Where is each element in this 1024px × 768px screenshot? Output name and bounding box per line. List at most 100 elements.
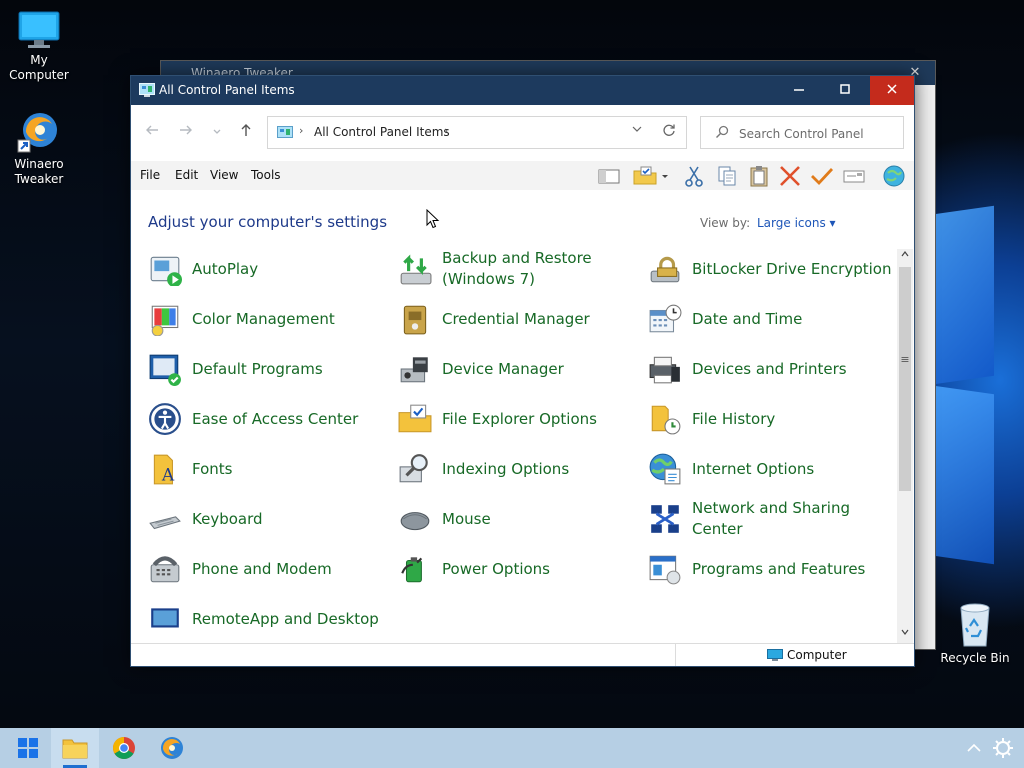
paste-icon (750, 166, 768, 187)
control-panel-item[interactable]: BitLocker Drive Encryption (648, 248, 891, 292)
view-by-dropdown[interactable]: Large icons ▾ (757, 216, 836, 230)
control-panel-item[interactable]: Devices and Printers (648, 348, 888, 392)
desktop-icon-label: My Computer (9, 53, 69, 82)
control-panel-item-label: Devices and Printers (692, 360, 847, 378)
rename-icon (843, 170, 865, 183)
control-panel-item-label: File History (692, 410, 776, 428)
control-panel-item[interactable]: Internet Options (648, 448, 888, 492)
arrow-up-icon (241, 124, 251, 136)
windows-logo-icon (18, 738, 38, 758)
control-panel-item[interactable]: RemoteApp and Desktop (148, 598, 388, 642)
scroll-up-button[interactable] (897, 249, 913, 265)
search-input[interactable] (737, 122, 901, 145)
navigation-bar: › All Control Panel Items › (131, 105, 914, 161)
web-button[interactable] (882, 164, 906, 188)
caret-up-icon (901, 251, 909, 257)
desktop-icon-my-computer[interactable]: My Computer (1, 10, 77, 83)
breadcrumb-separator[interactable]: › (444, 124, 448, 137)
control-panel-item[interactable]: Ease of Access Center (148, 398, 388, 442)
control-panel-item-label: Date and Time (692, 310, 803, 328)
device-manager-icon (400, 357, 428, 383)
phone-modem-icon (150, 556, 180, 583)
desktop-icon-recycle-bin[interactable]: Recycle Bin (937, 602, 1013, 666)
copy-button[interactable] (715, 164, 739, 188)
preview-pane-button[interactable] (597, 164, 621, 188)
taskbar-chrome[interactable] (100, 728, 148, 768)
copy-icon (718, 166, 736, 186)
menu-edit[interactable]: Edit (175, 161, 198, 190)
title-bar[interactable]: All Control Panel Items (131, 76, 914, 105)
arrow-left-icon (146, 125, 158, 135)
menu-tools[interactable]: Tools (251, 161, 281, 190)
scroll-down-button[interactable] (897, 627, 913, 643)
up-button[interactable] (236, 122, 256, 142)
folder-check-icon (633, 166, 657, 185)
status-location: Computer (787, 648, 847, 662)
control-panel-item[interactable]: Indexing Options (398, 448, 638, 492)
paste-button[interactable] (747, 164, 771, 188)
scroll-thumb[interactable] (899, 267, 911, 491)
autoplay-icon (150, 256, 182, 286)
remoteapp-icon (151, 608, 179, 628)
control-panel-item[interactable]: Device Manager (398, 348, 638, 392)
search-box[interactable] (700, 116, 904, 149)
bitlocker-icon (650, 256, 680, 283)
delete-icon (780, 166, 800, 186)
folder-options-button[interactable] (633, 164, 657, 188)
control-panel-item[interactable]: Backup and Restore (Windows 7) (398, 248, 638, 292)
control-panel-item-label: RemoteApp and Desktop (192, 610, 379, 628)
address-bar[interactable]: › All Control Panel Items › (267, 116, 687, 149)
control-panel-item[interactable]: Credential Manager (398, 298, 638, 342)
status-bar: Computer (131, 643, 914, 666)
minimize-button[interactable] (776, 76, 822, 105)
control-panel-item[interactable]: Color Management (148, 298, 388, 342)
breadcrumb-separator[interactable]: › (299, 124, 303, 137)
control-panel-item[interactable]: File History (648, 398, 888, 442)
breadcrumb[interactable]: All Control Panel Items (314, 117, 450, 148)
control-panel-item-label: Fonts (192, 460, 233, 478)
start-button[interactable] (4, 728, 52, 768)
page-title: Adjust your computer's settings (148, 213, 388, 231)
menu-file[interactable]: File (140, 161, 160, 190)
backup-restore-icon (400, 254, 432, 285)
control-panel-item-label: BitLocker Drive Encryption (692, 260, 892, 278)
back-button[interactable] (142, 122, 162, 142)
delete-button[interactable] (778, 164, 802, 188)
control-panel-item[interactable]: Power Options (398, 548, 638, 592)
file-history-icon (651, 405, 681, 435)
control-panel-item[interactable]: Network and Sharing Center (648, 498, 888, 542)
menu-view[interactable]: View (210, 161, 238, 190)
refresh-icon (663, 124, 675, 136)
control-panel-item[interactable]: Mouse (398, 498, 638, 542)
control-panel-item[interactable]: Default Programs (148, 348, 388, 392)
devices-printers-icon (649, 356, 680, 384)
control-panel-item[interactable]: File Explorer Options (398, 398, 638, 442)
settings-button[interactable] (984, 728, 1022, 768)
address-dropdown-button[interactable] (632, 124, 642, 137)
maximize-button[interactable] (822, 76, 868, 105)
folder-options-dropdown[interactable] (659, 164, 671, 188)
properties-button[interactable] (810, 164, 834, 188)
control-panel-item[interactable]: Programs and Features (648, 548, 888, 592)
control-panel-item[interactable]: Date and Time (648, 298, 888, 342)
control-panel-item[interactable]: A Fonts (148, 448, 388, 492)
control-panel-item[interactable]: Phone and Modem (148, 548, 388, 592)
control-panel-item-label: Color Management (192, 310, 335, 328)
refresh-button[interactable] (662, 122, 676, 141)
recent-locations-button[interactable] (207, 122, 227, 142)
control-panel-item[interactable]: AutoPlay (148, 248, 388, 292)
taskbar-file-explorer[interactable] (51, 728, 99, 768)
desktop-icon-winaero-tweaker[interactable]: Winaero Tweaker (1, 110, 77, 187)
keyboard-icon (149, 516, 181, 530)
window-title: All Control Panel Items (159, 83, 295, 97)
control-panel-item[interactable]: Keyboard (148, 498, 388, 542)
rename-button[interactable] (842, 164, 866, 188)
close-button[interactable] (870, 76, 914, 105)
forward-button[interactable] (176, 122, 196, 142)
cut-button[interactable] (682, 164, 706, 188)
default-programs-icon (149, 354, 181, 386)
computer-icon (767, 649, 783, 661)
taskbar-winaero-tweaker[interactable] (148, 728, 196, 768)
close-icon (887, 84, 897, 94)
vertical-scrollbar[interactable]: ≡ (897, 249, 913, 643)
